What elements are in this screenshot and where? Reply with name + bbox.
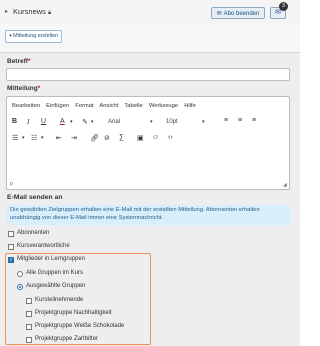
message-label: Mitteilung* (7, 85, 40, 92)
align-right-icon[interactable]: ≡ (252, 117, 256, 124)
highlight-icon[interactable]: ✎ (82, 118, 88, 126)
all-groups-radio[interactable] (17, 271, 23, 277)
menu-edit[interactable]: Bearbeiten (12, 103, 40, 109)
underline-button[interactable]: U (41, 118, 46, 125)
page-title-text: Kursnews (13, 7, 46, 16)
learning-groups-label: Mitglieder in Lerngruppen (17, 256, 86, 262)
subject-label-text: Betreff (7, 58, 28, 65)
message-label-text: Mitteilung (7, 85, 38, 92)
editor-menubar: Bearbeiten Einfügen Format Ansicht Tabel… (12, 103, 200, 109)
envelope-icon: ✉ (216, 11, 222, 17)
align-left-icon[interactable]: ≡ (224, 117, 228, 124)
collapse-caret-icon[interactable]: ▸ (5, 8, 8, 15)
group-checkbox[interactable] (26, 298, 32, 304)
italic-button[interactable]: I (27, 118, 29, 126)
page-title: Kursnews 🔒︎ (13, 7, 51, 17)
equation-icon[interactable]: ∑ (119, 134, 124, 141)
align-center-icon[interactable]: ≡ (238, 117, 242, 124)
group-label: Projektgruppe Weiße Schokolade (35, 323, 125, 329)
selected-groups-radio[interactable] (17, 284, 23, 290)
notification-badge: 3 (279, 2, 288, 11)
bold-button[interactable]: B (12, 118, 17, 125)
header-bar: ▸ Kursnews 🔒︎ ✉ Abo beenden ✉ 3 (0, 0, 300, 25)
subject-label: Betreff* (7, 58, 30, 65)
menu-table[interactable]: Tabelle (124, 103, 142, 109)
bullet-list-icon[interactable]: ☰ (12, 134, 18, 142)
chevron-down-icon[interactable]: ▾ (91, 119, 94, 125)
text-color-button[interactable]: A (60, 118, 65, 125)
statusbar-path: p (10, 181, 13, 187)
subscribers-checkbox[interactable] (8, 231, 14, 237)
menu-view[interactable]: Ansicht (99, 103, 118, 109)
source-code-icon[interactable]: ‹› (168, 134, 173, 141)
chevron-down-icon[interactable]: ▾ (41, 135, 44, 141)
unsubscribe-button[interactable]: ✉ Abo beenden (211, 7, 265, 19)
group-checkbox[interactable] (26, 337, 32, 343)
required-marker: * (37, 85, 41, 92)
selected-groups-label: Ausgewählte Gruppen (26, 283, 86, 289)
lock-icon: 🔒︎ (47, 10, 52, 16)
link-icon[interactable]: 🔗︎ (90, 134, 99, 142)
group-label: Projektgruppe Zartbitter (35, 336, 99, 342)
course-owners-label: Kursverantwortliche (17, 243, 70, 249)
subject-input[interactable] (6, 68, 290, 81)
group-label: Projektgruppe Nachhaltigkeit (35, 310, 112, 316)
create-post-label: Mitteilung erstellen (13, 33, 59, 39)
menu-format[interactable]: Format (75, 103, 93, 109)
email-info-text: Die gewählten Zielgruppen erhalten eine … (6, 205, 290, 225)
resize-handle-icon[interactable]: ◢ (283, 182, 287, 188)
email-section-title: E-Mail senden an (7, 194, 63, 201)
group-checkbox[interactable] (26, 324, 32, 330)
font-size-select[interactable]: 10pt (166, 119, 178, 125)
plus-icon: + (9, 33, 13, 39)
create-post-button[interactable]: +Mitteilung erstellen (5, 30, 62, 43)
emoji-icon[interactable]: ☺ (152, 134, 159, 141)
required-marker: * (27, 58, 31, 65)
chevron-down-icon[interactable]: ▾ (70, 119, 73, 125)
message-editor (6, 96, 290, 190)
group-label: Kursteilnehmende (35, 297, 84, 303)
menu-tools[interactable]: Werkzeuge (149, 103, 178, 109)
chevron-down-icon[interactable]: ▾ (202, 119, 205, 125)
menu-insert[interactable]: Einfügen (46, 103, 69, 109)
learning-groups-checkbox[interactable]: ✓ (8, 257, 14, 263)
unsubscribe-label: Abo beenden (223, 11, 260, 17)
outdent-icon[interactable]: ⇤ (56, 134, 62, 142)
image-icon[interactable]: ▣ (137, 134, 144, 142)
indent-icon[interactable]: ⇥ (71, 134, 77, 142)
course-owners-checkbox[interactable] (8, 244, 14, 250)
font-family-select[interactable]: Arial (108, 119, 120, 125)
subscribers-label: Abonnenten (17, 230, 50, 236)
chevron-down-icon[interactable]: ▾ (150, 119, 153, 125)
group-checkbox[interactable] (26, 311, 32, 317)
numbered-list-icon[interactable]: ☷ (31, 134, 37, 142)
all-groups-label: Alle Gruppen im Kurs (26, 270, 84, 276)
unlink-icon[interactable]: ⊘ (104, 134, 110, 142)
chevron-down-icon[interactable]: ▾ (22, 135, 25, 141)
menu-help[interactable]: Hilfe (184, 103, 196, 109)
